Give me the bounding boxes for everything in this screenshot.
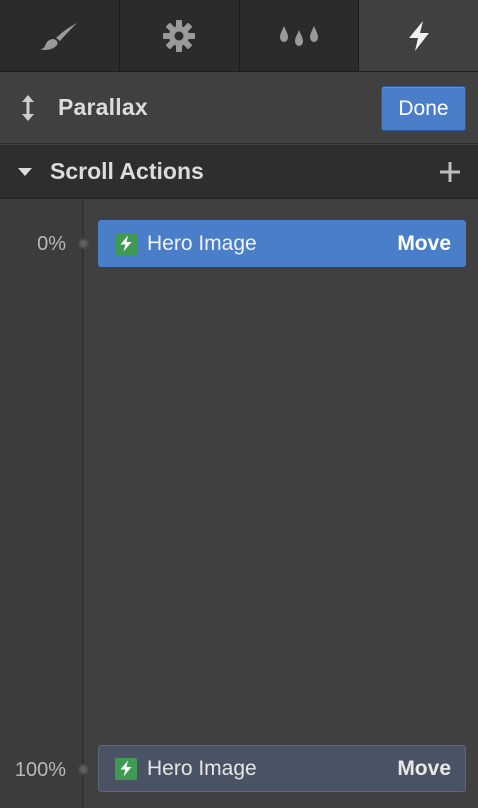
tab-bar [0,0,478,72]
bolt-icon [115,232,137,255]
interaction-header: Parallax Done [0,72,478,144]
up-down-arrow-icon [22,95,34,121]
step-percent-end: 100% [14,759,66,781]
step-percent-start: 0% [37,233,66,255]
scroll-timeline: 0% Hero Image Move 100% Hero Image Move [0,200,478,808]
scroll-actions-section[interactable]: Scroll Actions [0,145,478,199]
action-type: Move [397,231,451,255]
step-marker-start[interactable] [78,238,89,249]
bolt-icon [115,757,137,780]
interaction-title: Parallax [58,94,148,120]
tab-settings[interactable] [120,0,240,71]
section-title: Scroll Actions [50,158,204,184]
action-row-end[interactable]: Hero Image Move [98,745,466,792]
tab-effects[interactable] [240,0,360,71]
drops-icon [279,25,318,46]
tab-style[interactable] [0,0,120,71]
brush-icon [40,22,78,50]
done-button[interactable]: Done [381,86,466,131]
plus-icon[interactable] [438,160,462,184]
caret-down-icon[interactable] [17,165,33,179]
action-target: Hero Image [147,756,257,780]
timeline-track [82,200,84,808]
action-target: Hero Image [147,231,257,255]
gear-icon [163,19,196,52]
action-row-start[interactable]: Hero Image Move [98,220,466,267]
step-marker-end[interactable] [78,764,89,775]
timeline-gutter [0,200,82,808]
tab-interactions[interactable] [359,0,478,71]
bolt-icon [408,20,429,51]
action-type: Move [397,756,451,780]
